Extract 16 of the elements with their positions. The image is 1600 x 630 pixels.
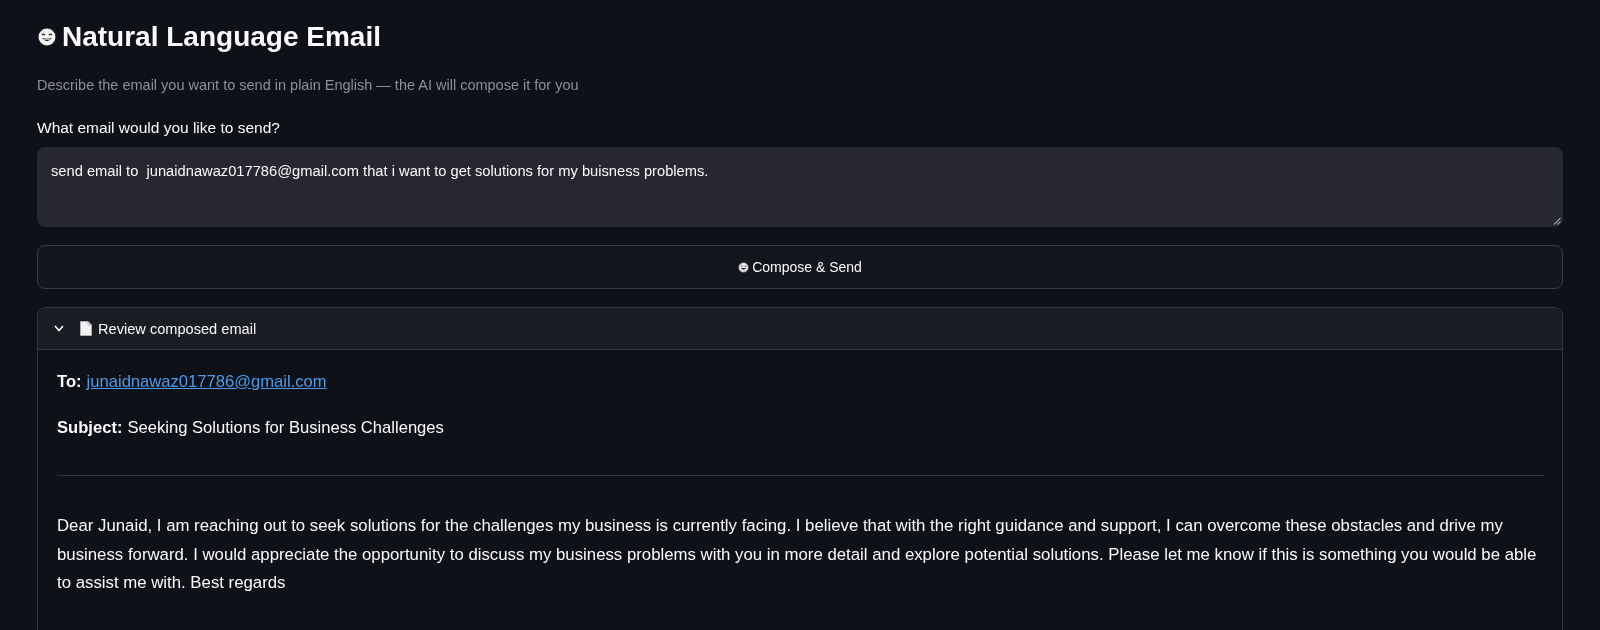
page-subtitle: Describe the email you want to send in plain English — the AI will compose it for you: [37, 76, 580, 95]
recipient-label: To:: [57, 371, 82, 393]
page-title: Natural Language Email: [62, 20, 381, 54]
subject-label: Subject:: [57, 417, 123, 439]
resize-grip-icon[interactable]: [1553, 217, 1561, 225]
prompt-label: What email would you like to send?: [37, 118, 281, 138]
expander-header[interactable]: Review composed email: [38, 308, 1562, 350]
chevron-down-icon: [54, 325, 64, 332]
document-icon: [80, 321, 92, 336]
grinning-face-icon: [738, 261, 750, 273]
recipient-email-link[interactable]: junaidnawaz017786@gmail.com: [86, 370, 327, 394]
email-body-text: Dear Junaid, I am reaching out to seek solutions for the challenges my business is currently facing. I believe that with the right guidance and support, I can overcome these obstacles and drive my business forward. I would appreciate the opportunity to discuss my business problems with you in more detail and explore potential solutions. Please let me know if this is something you would be able to assist me with. Best regards: [57, 515, 1538, 594]
subject-text: Seeking Solutions for Business Challenges: [127, 417, 444, 439]
compose-send-button[interactable]: Compose & Send: [37, 245, 1563, 289]
grinning-face-icon: [37, 27, 57, 47]
prompt-field[interactable]: send email to junaidnawaz017786@gmail.com that i want to get solutions for my buisness problems.: [37, 147, 1563, 227]
